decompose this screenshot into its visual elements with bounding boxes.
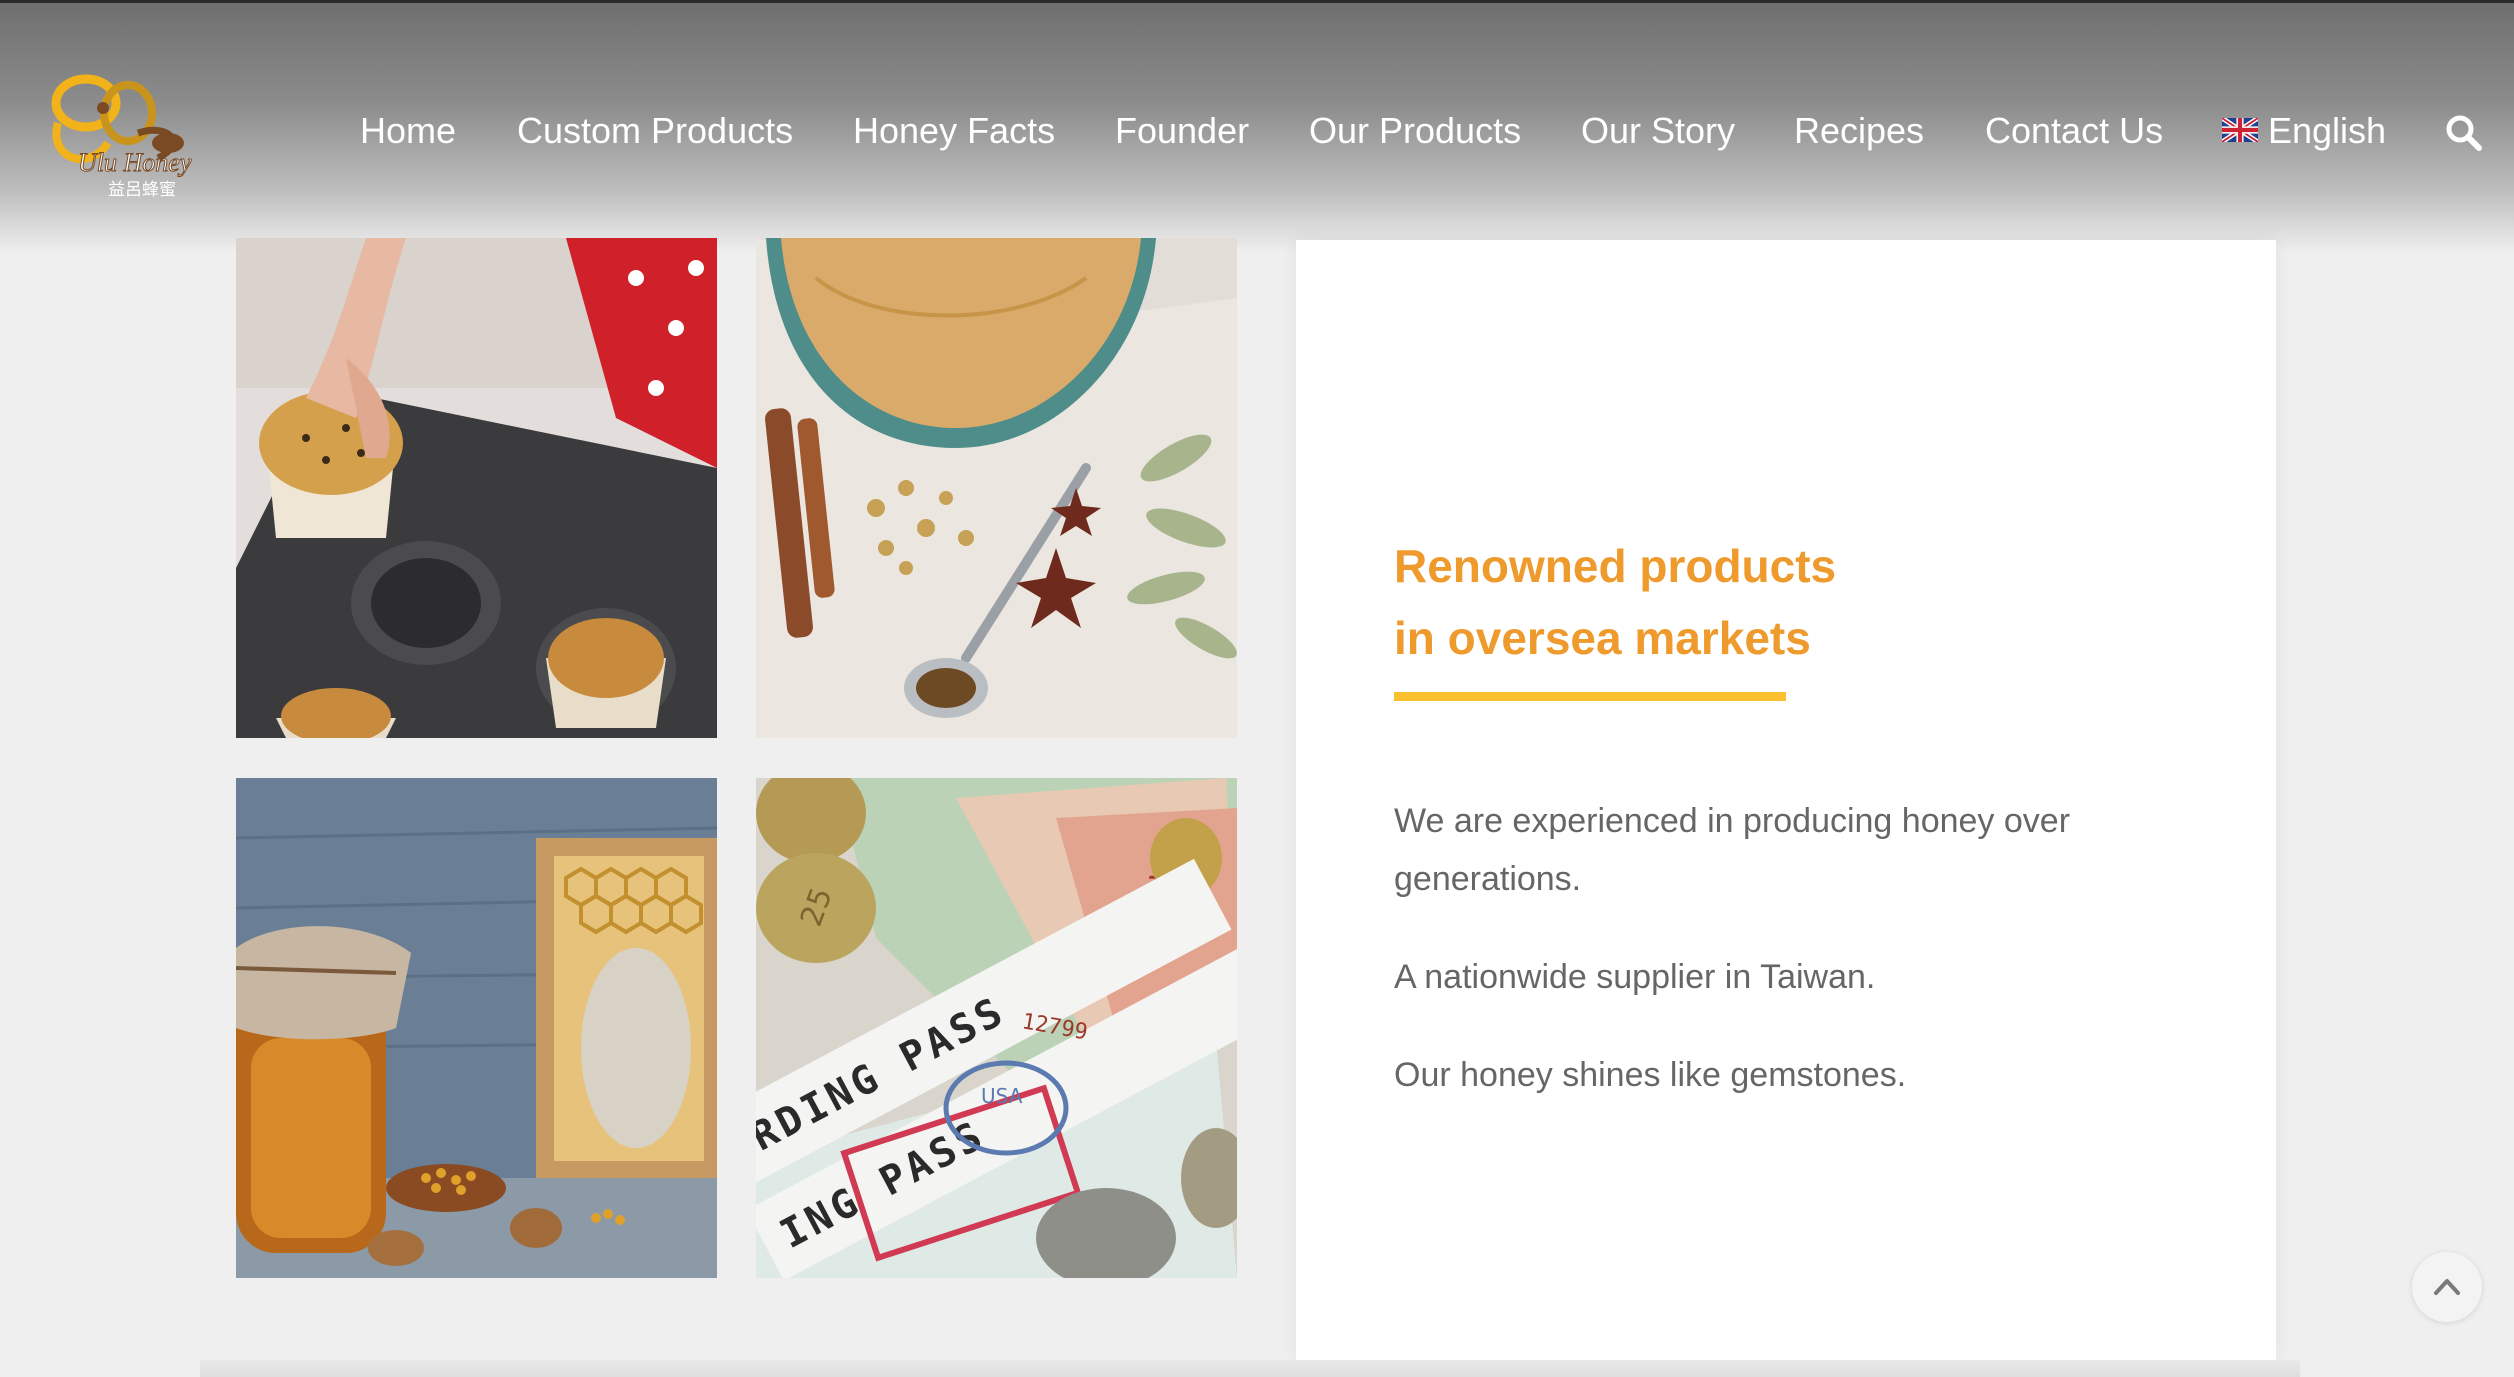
feature-paragraph: Our honey shines like gemstones.	[1394, 1056, 1907, 1094]
nav-honey-facts[interactable]: Honey Facts	[853, 106, 1055, 156]
bee-logo-icon: Ulu Honey 益呂蜂蜜	[51, 74, 192, 200]
site-header: Ulu Honey 益呂蜂蜜 Home Custom Products Hone…	[0, 3, 2514, 253]
headline-underline	[1394, 692, 1786, 701]
feature-card: Renowned products in oversea markets We …	[1296, 240, 2276, 1360]
headline-line-2: in oversea markets	[1394, 612, 1811, 664]
chevron-up-icon	[2434, 1279, 2460, 1295]
nav-our-products[interactable]: Our Products	[1309, 106, 1521, 156]
passport-stamp: USA	[981, 1084, 1023, 1108]
gallery-image-boarding-pass: 10 25 RDING PASS ING PASS 12799 USA	[756, 778, 1237, 1278]
section-bottom-edge	[200, 1360, 2300, 1377]
feature-headline: Renowned products in oversea markets	[1394, 530, 2194, 674]
site-logo[interactable]: Ulu Honey 益呂蜂蜜	[38, 63, 248, 208]
gallery-image-honey-tea	[756, 238, 1237, 738]
nav-custom-products[interactable]: Custom Products	[517, 106, 793, 156]
gallery-image-muffins	[236, 238, 717, 738]
logo-subtitle: 益呂蜂蜜	[108, 180, 176, 200]
back-to-top-button[interactable]	[2412, 1252, 2482, 1322]
nav-founder[interactable]: Founder	[1115, 106, 1249, 156]
search-button[interactable]	[2444, 113, 2484, 153]
headline-line-1: Renowned products	[1394, 540, 1837, 592]
uk-flag-icon	[2222, 118, 2258, 143]
nav-contact-us[interactable]: Contact Us	[1985, 106, 2163, 156]
logo-wordmark: Ulu Honey	[78, 148, 192, 177]
gallery-image-honey-jar	[236, 778, 717, 1278]
language-switcher[interactable]: English	[2222, 106, 2386, 156]
search-icon	[2446, 115, 2482, 151]
language-label: English	[2268, 110, 2387, 151]
nav-recipes[interactable]: Recipes	[1794, 106, 1924, 156]
nav-our-story[interactable]: Our Story	[1581, 106, 1735, 156]
nav-home[interactable]: Home	[360, 106, 456, 156]
feature-paragraph: We are experienced in producing honey ov…	[1394, 802, 2071, 898]
feature-paragraph: A nationwide supplier in Taiwan.	[1394, 958, 1876, 996]
